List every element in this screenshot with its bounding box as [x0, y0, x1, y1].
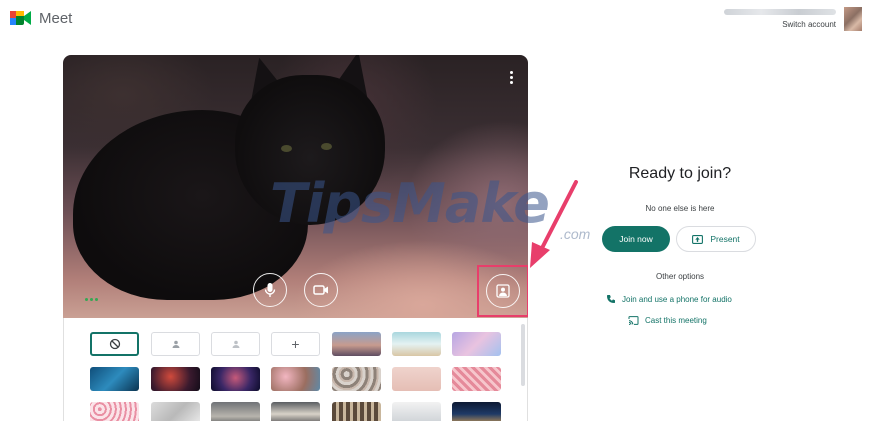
no-effect-icon	[109, 338, 120, 350]
camera-button[interactable]	[304, 273, 338, 307]
bg-tile-room[interactable]	[271, 402, 320, 421]
bg-tile-slight-blur[interactable]	[151, 332, 200, 356]
highlight-box	[477, 265, 528, 317]
bg-tile-marble[interactable]	[151, 402, 200, 421]
bg-tile-pebbles[interactable]	[332, 367, 381, 391]
bg-tile-sunset[interactable]	[332, 332, 381, 356]
bg-tile-pink-pattern[interactable]	[452, 367, 501, 391]
background-effects-panel: +	[63, 318, 528, 421]
account-email-blurred	[724, 9, 836, 15]
cat-eye-right	[321, 143, 332, 150]
microphone-icon	[264, 283, 276, 297]
bg-tile-cherry-blossom[interactable]	[271, 367, 320, 391]
ready-to-join-title: Ready to join?	[628, 165, 732, 182]
bg-tile-galaxy[interactable]	[211, 367, 260, 391]
bg-tile-pastel-sky[interactable]	[452, 332, 501, 356]
other-options-label: Other options	[655, 272, 705, 281]
switch-account-link[interactable]: Switch account	[724, 20, 836, 29]
participants-status: No one else is here	[645, 204, 715, 213]
bg-tile-petals[interactable]	[90, 402, 139, 421]
audio-level-indicator	[85, 298, 98, 301]
bg-tile-office[interactable]	[211, 402, 260, 421]
bg-tile-no-effect[interactable]	[90, 332, 139, 356]
more-options-icon[interactable]	[510, 71, 514, 84]
microphone-button[interactable]	[253, 273, 287, 307]
blur-icon	[232, 340, 239, 348]
cast-icon	[628, 316, 639, 325]
meet-logo-icon	[10, 11, 31, 25]
add-icon: +	[291, 336, 300, 352]
meet-logo[interactable]: Meet	[10, 9, 72, 27]
cast-meeting-label: Cast this meeting	[645, 316, 707, 325]
bg-tile-white-room[interactable]	[392, 402, 441, 421]
pointer-arrow-icon	[530, 180, 578, 268]
app-name: Meet	[39, 9, 73, 27]
phone-icon	[607, 295, 615, 303]
bg-tile-bookshelf[interactable]	[332, 402, 381, 421]
present-label: Present	[710, 234, 740, 244]
bg-tile-city-night[interactable]	[452, 402, 501, 421]
camera-icon	[313, 285, 328, 295]
join-now-button[interactable]: Join now	[602, 226, 670, 252]
cast-meeting-link[interactable]: Cast this meeting	[628, 316, 707, 325]
bg-tile-blur[interactable]	[211, 332, 260, 356]
avatar[interactable]	[844, 7, 862, 31]
account-area[interactable]: Switch account	[724, 7, 862, 31]
bg-tile-nebula-red[interactable]	[151, 367, 200, 391]
phone-audio-label: Join and use a phone for audio	[622, 294, 732, 304]
bg-tile-beach[interactable]	[392, 332, 441, 356]
scrollbar[interactable]	[521, 324, 525, 386]
cat-eye-left	[281, 145, 292, 152]
present-icon	[692, 234, 704, 244]
present-button[interactable]: Present	[676, 226, 756, 252]
bg-tile-ocean[interactable]	[90, 367, 139, 391]
bg-tile-pink-wall[interactable]	[392, 367, 441, 391]
slight-blur-icon	[172, 340, 179, 348]
bg-tile-add[interactable]: +	[271, 332, 320, 356]
phone-audio-link[interactable]: Join and use a phone for audio	[606, 294, 732, 304]
meet-join-page: Meet Switch account TipsMake .com + Read…	[0, 0, 870, 421]
watermark: TipsMake	[270, 172, 550, 235]
